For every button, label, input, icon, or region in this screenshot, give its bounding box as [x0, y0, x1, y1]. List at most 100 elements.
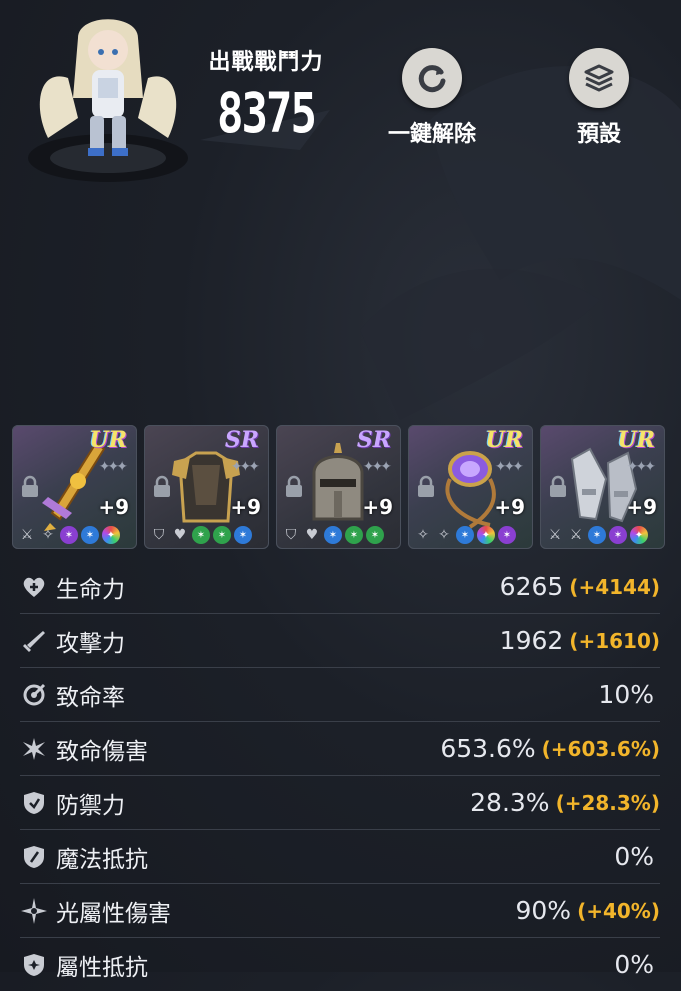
preset-label: 預設	[576, 122, 621, 147]
crit-badge-icon: ✶	[456, 526, 474, 544]
shield-icon: ⛉	[153, 527, 165, 543]
crit-badge-icon: ✶	[234, 526, 252, 544]
equipment-slot-helmet[interactable]: SR ✦✦✦ +9 ⛉ ♥ ✶ ✶ ✶	[276, 425, 401, 549]
preset-button[interactable]: 預設	[539, 48, 659, 148]
star-rating: ✦✦✦	[494, 459, 524, 475]
stat-value: 653.6%	[440, 734, 536, 763]
star-rating: ✦✦✦	[98, 459, 128, 475]
character-avatar[interactable]	[18, 8, 198, 188]
star-rating: ✦✦✦	[626, 459, 656, 475]
stat-value: 1962	[499, 626, 564, 655]
lock-icon[interactable]	[20, 475, 40, 499]
substat-icons: ⚔ ✧ ✶ ✶ ✦	[18, 526, 120, 544]
element-badge-icon: ✦	[630, 526, 648, 544]
sword-icon	[20, 627, 48, 655]
element-badge-icon: ✦	[102, 526, 120, 544]
unequip-all-label: 一鍵解除	[387, 122, 476, 147]
crit-badge-icon: ✶	[81, 526, 99, 544]
equipment-slot-necklace[interactable]: UR ✦✦✦ +9 ✧ ✧ ✶ ✦ ✶	[408, 425, 533, 549]
stat-value: 90%	[515, 896, 572, 925]
substat-icons: ⚔ ⚔ ✶ ✶ ✦	[546, 526, 648, 544]
stat-row-hp: 生命力 6265 (+4144)	[20, 560, 660, 614]
equipment-slot-weapon[interactable]: UR ✦✦✦ +9 ⚔ ✧ ✶ ✶ ✦	[12, 425, 137, 549]
sword-icon: ⚔	[548, 527, 562, 543]
crit-badge-icon: ✶	[345, 526, 363, 544]
lock-icon[interactable]	[416, 475, 436, 499]
lock-icon[interactable]	[284, 475, 304, 499]
stat-row-element-resist: 屬性抵抗 0%	[20, 938, 660, 991]
stat-row-defense: 防禦力 28.3% (+28.3%)	[20, 776, 660, 830]
layers-icon	[569, 48, 629, 108]
stat-value: 0%	[614, 950, 654, 979]
enhance-level: +9	[362, 495, 393, 519]
stat-bonus: (+4144)	[569, 574, 660, 599]
stat-value: 28.3%	[470, 788, 550, 817]
stat-row-attack: 攻擊力 1962 (+1610)	[20, 614, 660, 668]
star-rating: ✦✦✦	[362, 459, 392, 475]
star-rating: ✦✦✦	[230, 459, 260, 475]
magic-shield-icon	[20, 843, 48, 871]
stat-name: 防禦力	[56, 792, 125, 819]
rarity-badge: UR	[617, 427, 655, 453]
sword-icon: ⚔	[20, 527, 34, 543]
element-badge-icon: ✦	[477, 526, 495, 544]
stat-bonus: (+1610)	[569, 628, 660, 653]
rarity-badge: UR	[89, 427, 127, 453]
stat-name: 屬性抵抗	[56, 954, 148, 981]
crit-badge-icon: ✶	[192, 526, 210, 544]
stat-value: 0%	[614, 842, 654, 871]
crit-badge-icon: ✶	[60, 526, 78, 544]
stats-list: 生命力 6265 (+4144) 攻擊力 1962 (+1610) 致命率 10…	[20, 560, 660, 991]
rarity-badge: UR	[485, 427, 523, 453]
crit-badge-icon: ✶	[498, 526, 516, 544]
light-star-icon	[20, 897, 48, 925]
stat-name: 攻擊力	[56, 630, 125, 657]
stat-row-light-damage: 光屬性傷害 90% (+40%)	[20, 884, 660, 938]
rarity-badge: SR	[356, 427, 391, 453]
sword-icon: ⚔	[569, 527, 583, 543]
stat-name: 致命率	[56, 684, 125, 711]
stat-bonus: (+603.6%)	[541, 736, 660, 761]
lock-icon[interactable]	[152, 475, 172, 499]
crit-damage-icon	[20, 735, 48, 763]
equipment-row: UR ✦✦✦ +9 ⚔ ✧ ✶ ✶ ✦ SR ✦✦✦ +9 ⛉ ♥ ✶ ✶ ✶ …	[12, 425, 670, 549]
heart-plus-icon: ♥	[173, 527, 187, 543]
crit-badge-icon: ✶	[324, 526, 342, 544]
lock-icon[interactable]	[548, 475, 568, 499]
enhance-level: +9	[626, 495, 657, 519]
crit-icon: ✧	[417, 527, 429, 543]
substat-icons: ⛉ ♥ ✶ ✶ ✶	[282, 526, 384, 544]
combat-power-label: 出戰戰鬥力	[208, 50, 324, 75]
enhance-level: +9	[230, 495, 261, 519]
stat-value: 10%	[598, 680, 654, 709]
stat-row-crit-rate: 致命率 10%	[20, 668, 660, 722]
equipment-slot-armor[interactable]: SR ✦✦✦ +9 ⛉ ♥ ✶ ✶ ✶	[144, 425, 269, 549]
stat-row-crit-damage: 致命傷害 653.6% (+603.6%)	[20, 722, 660, 776]
substat-icons: ✧ ✧ ✶ ✦ ✶	[414, 526, 516, 544]
refresh-icon	[402, 48, 462, 108]
stat-name: 魔法抵抗	[56, 846, 148, 873]
stat-bonus: (+28.3%)	[555, 790, 660, 815]
stat-name: 致命傷害	[56, 738, 148, 765]
crit-rate-icon	[20, 681, 48, 709]
unequip-all-button[interactable]: 一鍵解除	[372, 48, 492, 148]
crit-badge-icon: ✶	[588, 526, 606, 544]
enhance-level: +9	[494, 495, 525, 519]
enhance-level: +9	[98, 495, 129, 519]
crit-icon: ✧	[438, 527, 450, 543]
rarity-badge: SR	[224, 427, 259, 453]
shield-icon	[20, 789, 48, 817]
crit-badge-icon: ✶	[213, 526, 231, 544]
substat-icons: ⛉ ♥ ✶ ✶ ✶	[150, 526, 252, 544]
stat-value: 6265	[499, 572, 564, 601]
combat-power: 出戰戰鬥力 8375	[196, 44, 336, 146]
combat-power-value: 8375	[217, 82, 317, 146]
heart-plus-icon	[20, 573, 48, 601]
shield-icon: ⛉	[285, 527, 297, 543]
crit-icon: ✧	[42, 527, 54, 543]
equipment-slot-gauntlets[interactable]: UR ✦✦✦ +9 ⚔ ⚔ ✶ ✶ ✦	[540, 425, 665, 549]
crit-badge-icon: ✶	[366, 526, 384, 544]
heart-plus-icon: ♥	[305, 527, 319, 543]
stat-row-magic-resist: 魔法抵抗 0%	[20, 830, 660, 884]
stat-name: 生命力	[56, 576, 125, 603]
